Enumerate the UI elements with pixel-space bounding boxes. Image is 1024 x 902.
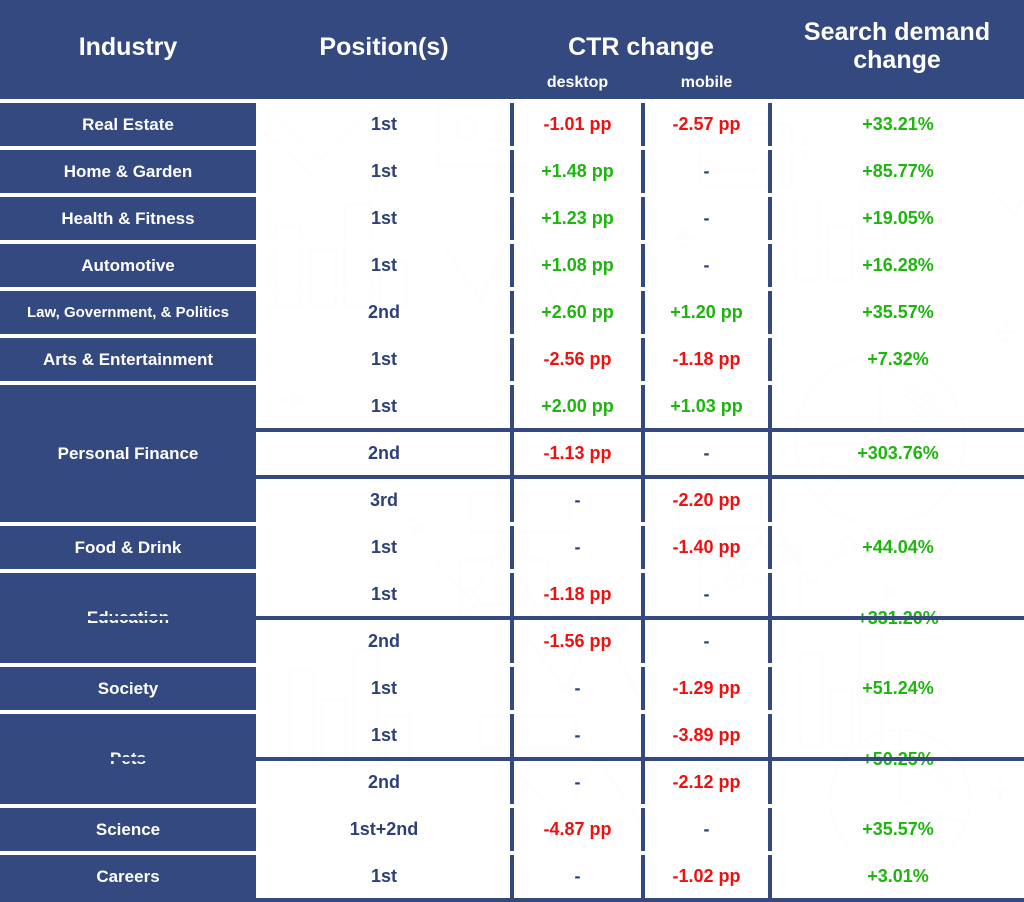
position-cell: 1st	[258, 526, 510, 569]
industry-label-cell: Automotive	[0, 244, 256, 287]
group-separator	[0, 569, 1024, 573]
position-cell: 2nd	[258, 761, 510, 804]
ctr-desktop-cell: -	[514, 667, 641, 710]
ctr-desktop-cell: -1.01 pp	[514, 103, 641, 146]
search-demand-cell: +16.28%	[772, 244, 1024, 287]
ctr-mobile-cell: -1.29 pp	[645, 667, 768, 710]
group-separator	[0, 522, 1024, 526]
ctr-desktop-cell: -1.56 pp	[514, 620, 641, 663]
ctr-mobile-cell: +1.03 pp	[645, 385, 768, 428]
group-separator	[0, 663, 1024, 667]
position-cell: 2nd	[258, 620, 510, 663]
ctr-desktop-cell: -	[514, 479, 641, 522]
ctr-desktop-cell: +2.00 pp	[514, 385, 641, 428]
ctr-mobile-cell: -1.40 pp	[645, 526, 768, 569]
group-separator	[0, 146, 1024, 150]
group-separator	[0, 381, 1024, 385]
position-cell: 1st	[258, 385, 510, 428]
search-demand-cell: +35.57%	[772, 808, 1024, 851]
search-demand-cell: +19.05%	[772, 197, 1024, 240]
column-header-search-demand-change: Search demand change	[803, 18, 991, 74]
ctr-desktop-cell: -	[514, 761, 641, 804]
ctr-desktop-cell: -2.56 pp	[514, 338, 641, 381]
industry-label-cell: Food & Drink	[0, 526, 256, 569]
ctr-mobile-cell: -	[645, 808, 768, 851]
search-demand-cell: +303.76%	[772, 385, 1024, 522]
position-cell: 1st+2nd	[258, 808, 510, 851]
column-divider	[510, 99, 514, 898]
ctr-mobile-cell: -1.18 pp	[645, 338, 768, 381]
column-divider	[768, 99, 772, 898]
industry-label-cell: Careers	[0, 855, 256, 898]
industry-label-cell: Home & Garden	[0, 150, 256, 193]
industry-label-cell: Arts & Entertainment	[0, 338, 256, 381]
table-header-row: Industry Position(s) CTR change desktop …	[0, 0, 1024, 99]
ctr-mobile-cell: -2.20 pp	[645, 479, 768, 522]
ctr-desktop-cell: -	[514, 714, 641, 757]
search-demand-cell: +3.01%	[772, 855, 1024, 898]
ctr-mobile-cell: -	[645, 150, 768, 193]
ctr-desktop-cell: +1.08 pp	[514, 244, 641, 287]
search-demand-cell: +44.04%	[772, 526, 1024, 569]
ctr-desktop-cell: -1.18 pp	[514, 573, 641, 616]
ctr-mobile-cell: -	[645, 244, 768, 287]
industry-label-cell: Society	[0, 667, 256, 710]
row-divider	[0, 898, 1024, 902]
column-subheader-mobile: mobile	[680, 74, 733, 91]
group-separator	[0, 287, 1024, 291]
ctr-mobile-cell: -1.02 pp	[645, 855, 768, 898]
search-demand-cell: +35.57%	[772, 291, 1024, 334]
search-demand-cell: +33.21%	[772, 103, 1024, 146]
position-cell: 1st	[258, 573, 510, 616]
ctr-desktop-cell: +2.60 pp	[514, 291, 641, 334]
search-demand-cell: +7.32%	[772, 338, 1024, 381]
column-header-industry: Industry	[78, 33, 178, 61]
position-cell: 3rd	[258, 479, 510, 522]
group-separator	[0, 710, 1024, 714]
position-cell: 1st	[258, 103, 510, 146]
position-cell: 1st	[258, 197, 510, 240]
ctr-desktop-cell: -4.87 pp	[514, 808, 641, 851]
industry-label-cell: Health & Fitness	[0, 197, 256, 240]
ctr-mobile-cell: -3.89 pp	[645, 714, 768, 757]
ctr-desktop-cell: +1.48 pp	[514, 150, 641, 193]
industry-label-cell: Law, Government, & Politics	[0, 291, 256, 334]
industry-label-cell: Personal Finance	[0, 385, 256, 522]
header-body-separator	[0, 99, 1024, 103]
position-cell: 1st	[258, 150, 510, 193]
column-divider	[641, 99, 645, 898]
column-subheader-desktop: desktop	[546, 74, 609, 91]
column-header-ctr-change: CTR change	[568, 33, 714, 61]
position-cell: 2nd	[258, 432, 510, 475]
position-cell: 2nd	[258, 291, 510, 334]
group-separator	[0, 334, 1024, 338]
ctr-desktop-cell: -	[514, 526, 641, 569]
group-separator	[0, 240, 1024, 244]
industry-label-cell: Science	[0, 808, 256, 851]
ctr-mobile-cell: -	[645, 197, 768, 240]
position-cell: 1st	[258, 855, 510, 898]
column-header-position: Position(s)	[319, 33, 449, 61]
position-cell: 1st	[258, 667, 510, 710]
industry-label-cell: Real Estate	[0, 103, 256, 146]
ctr-mobile-cell: -	[645, 432, 768, 475]
ctr-mobile-cell: -2.12 pp	[645, 761, 768, 804]
ctr-mobile-cell: +1.20 pp	[645, 291, 768, 334]
industry-metrics-table: Industry Position(s) CTR change desktop …	[0, 0, 1024, 902]
ctr-mobile-cell: -	[645, 620, 768, 663]
ctr-desktop-cell: -1.13 pp	[514, 432, 641, 475]
position-cell: 1st	[258, 714, 510, 757]
ctr-mobile-cell: -	[645, 573, 768, 616]
group-separator	[0, 851, 1024, 855]
group-separator	[0, 193, 1024, 197]
ctr-desktop-cell: +1.23 pp	[514, 197, 641, 240]
position-cell: 1st	[258, 338, 510, 381]
group-separator	[0, 804, 1024, 808]
search-demand-cell: +51.24%	[772, 667, 1024, 710]
ctr-desktop-cell: -	[514, 855, 641, 898]
position-cell: 1st	[258, 244, 510, 287]
search-demand-cell: +85.77%	[772, 150, 1024, 193]
ctr-mobile-cell: -2.57 pp	[645, 103, 768, 146]
